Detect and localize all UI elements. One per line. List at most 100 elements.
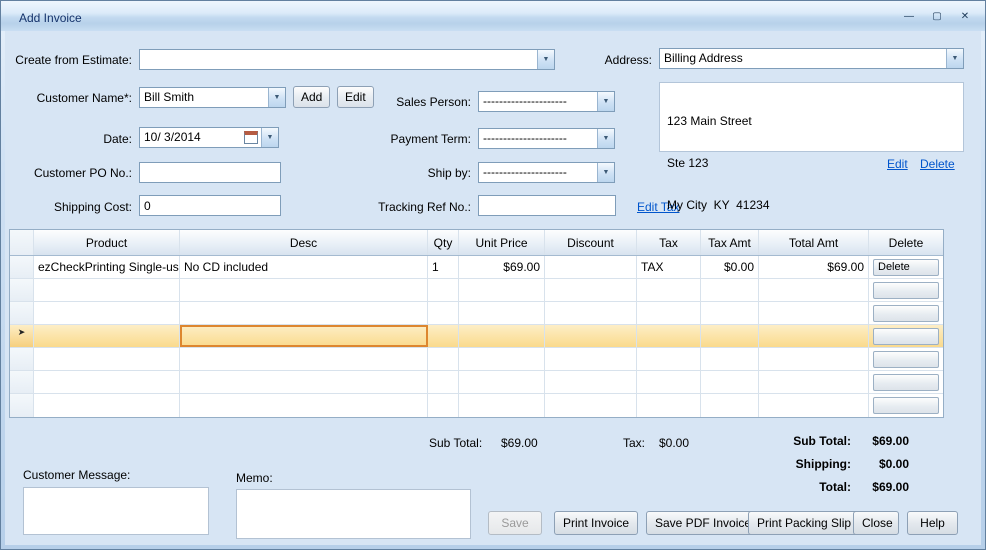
row-delete-button[interactable]: Delete bbox=[873, 259, 939, 276]
save-pdf-invoice-button[interactable]: Save PDF Invoice bbox=[646, 511, 760, 535]
row-delete-button[interactable] bbox=[873, 351, 939, 368]
cell-unit-price[interactable]: $69.00 bbox=[459, 256, 545, 278]
address-delete-link[interactable]: Delete bbox=[920, 157, 955, 171]
row-delete-button[interactable] bbox=[873, 397, 939, 414]
address-edit-link[interactable]: Edit bbox=[887, 157, 908, 171]
cell-total-amt[interactable] bbox=[759, 302, 869, 324]
cell-tax[interactable]: TAX bbox=[637, 256, 701, 278]
cell-qty[interactable] bbox=[428, 371, 459, 393]
cell-total-amt[interactable] bbox=[759, 325, 869, 347]
row-delete-button[interactable] bbox=[873, 374, 939, 391]
save-button[interactable]: Save bbox=[488, 511, 542, 535]
header-unit-price: Unit Price bbox=[459, 230, 545, 255]
row-selector[interactable] bbox=[10, 348, 34, 370]
row-delete-button[interactable] bbox=[873, 328, 939, 345]
cell-tax-amt[interactable] bbox=[701, 325, 759, 347]
minimize-icon[interactable]: — bbox=[901, 9, 917, 23]
cell-product[interactable] bbox=[34, 325, 180, 347]
cell-product[interactable] bbox=[34, 371, 180, 393]
create-from-estimate-dropdown[interactable]: ▼ bbox=[139, 49, 555, 70]
cell-total-amt[interactable] bbox=[759, 394, 869, 417]
print-packing-slip-button[interactable]: Print Packing Slip bbox=[748, 511, 860, 535]
cell-tax-amt[interactable] bbox=[701, 302, 759, 324]
address-type-dropdown[interactable]: Billing Address ▼ bbox=[659, 48, 964, 69]
cell-desc[interactable] bbox=[180, 371, 428, 393]
sales-person-dropdown[interactable]: --------------------- ▼ bbox=[478, 91, 615, 112]
cell-product[interactable] bbox=[34, 394, 180, 417]
tracking-ref-input[interactable] bbox=[478, 195, 616, 216]
cell-discount[interactable] bbox=[545, 302, 637, 324]
row-delete-button[interactable] bbox=[873, 305, 939, 322]
cell-discount[interactable] bbox=[545, 279, 637, 301]
cell-product[interactable] bbox=[34, 279, 180, 301]
chevron-down-icon: ▼ bbox=[261, 128, 278, 147]
cell-unit-price[interactable] bbox=[459, 371, 545, 393]
row-selector[interactable] bbox=[10, 256, 34, 278]
cell-tax-amt[interactable] bbox=[701, 348, 759, 370]
add-customer-button[interactable]: Add bbox=[293, 86, 330, 108]
address-label: Address: bbox=[562, 53, 652, 67]
date-picker[interactable]: 10/ 3/2014 ▼ bbox=[139, 127, 279, 148]
cell-product[interactable]: ezCheckPrinting Single-us... bbox=[34, 256, 180, 278]
row-delete-button[interactable] bbox=[873, 282, 939, 299]
shipping-cost-input[interactable] bbox=[139, 195, 281, 216]
chevron-down-icon: ▼ bbox=[597, 129, 614, 148]
cell-qty[interactable] bbox=[428, 302, 459, 324]
customer-message-input[interactable] bbox=[23, 487, 209, 535]
cell-product[interactable] bbox=[34, 302, 180, 324]
cell-qty[interactable] bbox=[428, 394, 459, 417]
close-icon[interactable]: ✕ bbox=[957, 9, 973, 23]
cell-tax[interactable] bbox=[637, 302, 701, 324]
cell-total-amt[interactable] bbox=[759, 371, 869, 393]
cell-unit-price[interactable] bbox=[459, 394, 545, 417]
cell-unit-price[interactable] bbox=[459, 348, 545, 370]
cell-total-amt[interactable]: $69.00 bbox=[759, 256, 869, 278]
row-selector[interactable] bbox=[10, 302, 34, 324]
cell-discount[interactable] bbox=[545, 325, 637, 347]
cell-desc[interactable] bbox=[180, 394, 428, 417]
cell-tax-amt[interactable]: $0.00 bbox=[701, 256, 759, 278]
cell-qty[interactable] bbox=[428, 279, 459, 301]
cell-discount[interactable] bbox=[545, 348, 637, 370]
memo-input[interactable] bbox=[236, 489, 471, 539]
cell-tax[interactable] bbox=[637, 348, 701, 370]
ship-by-dropdown[interactable]: --------------------- ▼ bbox=[478, 162, 615, 183]
help-button[interactable]: Help bbox=[907, 511, 958, 535]
cell-total-amt[interactable] bbox=[759, 348, 869, 370]
cell-tax[interactable] bbox=[637, 279, 701, 301]
cell-desc[interactable] bbox=[180, 302, 428, 324]
cell-discount[interactable] bbox=[545, 394, 637, 417]
cell-tax-amt[interactable] bbox=[701, 394, 759, 417]
close-button[interactable]: Close bbox=[853, 511, 899, 535]
cell-unit-price[interactable] bbox=[459, 302, 545, 324]
cell-unit-price[interactable] bbox=[459, 325, 545, 347]
cell-tax[interactable] bbox=[637, 325, 701, 347]
cell-desc[interactable] bbox=[180, 279, 428, 301]
customer-name-dropdown[interactable]: Bill Smith ▼ bbox=[139, 87, 286, 108]
cell-discount[interactable] bbox=[545, 371, 637, 393]
row-selector-arrow-icon[interactable]: ➤ bbox=[10, 325, 34, 347]
cell-discount[interactable] bbox=[545, 256, 637, 278]
cell-tax[interactable] bbox=[637, 371, 701, 393]
row-selector[interactable] bbox=[10, 279, 34, 301]
cell-total-amt[interactable] bbox=[759, 279, 869, 301]
cell-tax[interactable] bbox=[637, 394, 701, 417]
tax-value: $0.00 bbox=[659, 436, 689, 450]
payment-term-dropdown[interactable]: --------------------- ▼ bbox=[478, 128, 615, 149]
row-selector[interactable] bbox=[10, 394, 34, 417]
cell-desc[interactable]: No CD included bbox=[180, 256, 428, 278]
customer-po-input[interactable] bbox=[139, 162, 281, 183]
row-selector[interactable] bbox=[10, 371, 34, 393]
maximize-icon[interactable]: ▢ bbox=[929, 9, 945, 23]
subtotal-label: Sub Total: bbox=[429, 436, 482, 450]
cell-tax-amt[interactable] bbox=[701, 279, 759, 301]
cell-qty[interactable] bbox=[428, 348, 459, 370]
cell-tax-amt[interactable] bbox=[701, 371, 759, 393]
print-invoice-button[interactable]: Print Invoice bbox=[554, 511, 638, 535]
cell-desc[interactable] bbox=[180, 348, 428, 370]
cell-qty[interactable]: 1 bbox=[428, 256, 459, 278]
cell-qty[interactable] bbox=[428, 325, 459, 347]
cell-product[interactable] bbox=[34, 348, 180, 370]
cell-unit-price[interactable] bbox=[459, 279, 545, 301]
cell-desc-selected[interactable] bbox=[180, 325, 428, 347]
